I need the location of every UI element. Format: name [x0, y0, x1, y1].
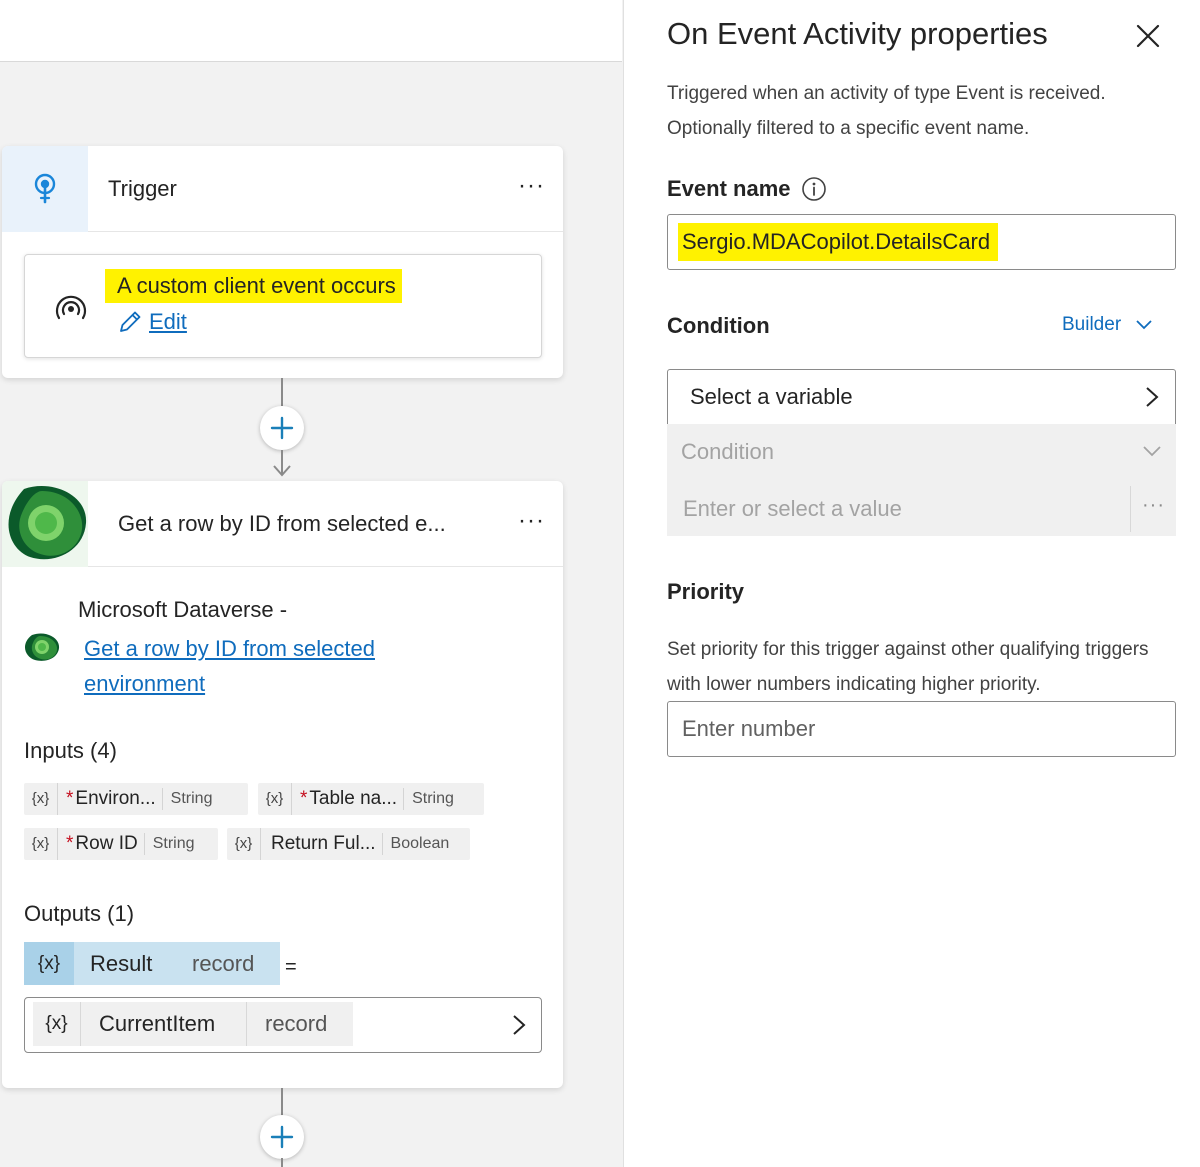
event-name-label-text: Event name — [667, 176, 791, 201]
arrow-down-icon — [273, 465, 291, 477]
panel-description: Triggered when an activity of type Event… — [667, 83, 1106, 139]
input-name: Return Ful... — [271, 833, 376, 854]
trigger-title: Trigger — [108, 176, 177, 201]
trigger-node[interactable]: Trigger ··· A custom client event occurs… — [2, 146, 563, 378]
input-chip[interactable]: {x} * Environ... String — [24, 783, 248, 815]
connector-name: Microsoft Dataverse - — [78, 597, 288, 622]
priority-input[interactable] — [667, 701, 1176, 757]
panel-title: On Event Activity properties — [667, 16, 1048, 51]
action-title: Get a row by ID from selected e... — [118, 511, 446, 536]
equals-sign: = — [285, 956, 297, 978]
chevron-right-icon — [513, 1015, 526, 1035]
variable-icon: {x} — [24, 828, 58, 860]
condition-label: Condition — [667, 313, 770, 338]
variable-icon: {x} — [24, 783, 58, 815]
edit-label: Edit — [149, 309, 187, 334]
variable-icon: {x} — [227, 828, 261, 860]
condition-value-more-button: ··· — [1130, 486, 1176, 532]
action-node-header: Get a row by ID from selected e... ··· — [2, 481, 563, 567]
event-name-label: Event name — [667, 176, 827, 202]
input-type: String — [403, 788, 462, 810]
input-chip[interactable]: {x} * Row ID String — [24, 828, 218, 860]
input-type: String — [161, 788, 221, 810]
dataverse-logo-icon — [2, 481, 88, 567]
plus-icon — [270, 416, 294, 440]
event-name-field[interactable]: Sergio.MDACopilot.DetailsCard — [667, 214, 1176, 270]
variable-icon: {x} — [258, 783, 292, 815]
connector-line — [281, 378, 283, 406]
authoring-canvas: Trigger ··· A custom client event occurs… — [0, 0, 622, 1167]
variable-icon: {x} — [24, 942, 74, 985]
condition-value-input: Enter or select a value — [683, 496, 902, 521]
assign-variable-selector[interactable]: {x} CurrentItem record — [24, 997, 542, 1053]
action-link[interactable]: Get a row by ID from selected environmen… — [84, 631, 464, 701]
properties-panel: On Event Activity properties Triggered w… — [623, 0, 1200, 1167]
action-node[interactable]: Get a row by ID from selected e... ··· M… — [2, 481, 563, 1088]
priority-description: Set priority for this trigger against ot… — [667, 639, 1149, 695]
add-node-button[interactable] — [260, 406, 304, 450]
input-name: * Row ID — [66, 833, 138, 854]
trigger-more-options-button[interactable]: ··· — [518, 146, 545, 232]
edit-trigger-link[interactable]: Edit — [117, 309, 187, 335]
broadcast-icon — [55, 295, 87, 320]
output-variable-chip[interactable]: {x} Result record — [24, 942, 280, 985]
inputs-label: Inputs (4) — [24, 738, 117, 763]
condition-mode-dropdown[interactable]: Builder — [1062, 314, 1153, 336]
close-icon[interactable] — [1134, 22, 1162, 50]
canvas-topbar — [0, 0, 622, 62]
trigger-event-text: A custom client event occurs — [105, 269, 402, 303]
output-type: record — [192, 950, 255, 976]
output-name: Result — [90, 950, 153, 976]
input-name: * Environ... — [66, 788, 156, 809]
select-variable-label: Select a variable — [690, 384, 853, 409]
chevron-right-icon — [1146, 387, 1159, 407]
input-type: Boolean — [381, 833, 458, 855]
chevron-down-icon — [1143, 446, 1161, 457]
input-chip[interactable]: {x} * Table na... String — [258, 783, 484, 815]
connector-line — [281, 1158, 283, 1167]
chevron-down-icon — [1136, 320, 1152, 330]
plus-icon — [270, 1125, 294, 1149]
assigned-variable-name: CurrentItem — [81, 1002, 247, 1046]
trigger-node-header: Trigger ··· — [2, 146, 563, 232]
event-name-value: Sergio.MDACopilot.DetailsCard — [678, 223, 999, 261]
outputs-label: Outputs (1) — [24, 901, 135, 926]
input-chip[interactable]: {x} Return Ful... Boolean — [227, 828, 470, 860]
condition-builder-disabled: Condition Enter or select a value ··· — [667, 424, 1176, 536]
action-more-options-button[interactable]: ··· — [518, 481, 545, 567]
input-type: String — [143, 833, 203, 855]
condition-operator-dropdown: Condition — [681, 439, 774, 464]
select-variable-button[interactable]: Select a variable — [667, 369, 1176, 425]
pencil-icon — [120, 311, 141, 332]
trigger-event-card[interactable]: A custom client event occurs Edit — [24, 254, 542, 358]
add-node-button[interactable] — [260, 1115, 304, 1159]
assigned-variable-type: record — [265, 1011, 328, 1036]
trigger-icon — [2, 146, 88, 232]
input-name: * Table na... — [300, 788, 398, 809]
variable-icon: {x} — [33, 1002, 81, 1046]
priority-label: Priority — [667, 579, 745, 604]
condition-mode-label: Builder — [1062, 314, 1122, 335]
connector-line — [281, 1088, 283, 1116]
info-icon[interactable] — [801, 176, 827, 202]
dataverse-logo-icon — [24, 633, 60, 661]
assigned-variable-chip: {x} CurrentItem record — [33, 1002, 353, 1046]
